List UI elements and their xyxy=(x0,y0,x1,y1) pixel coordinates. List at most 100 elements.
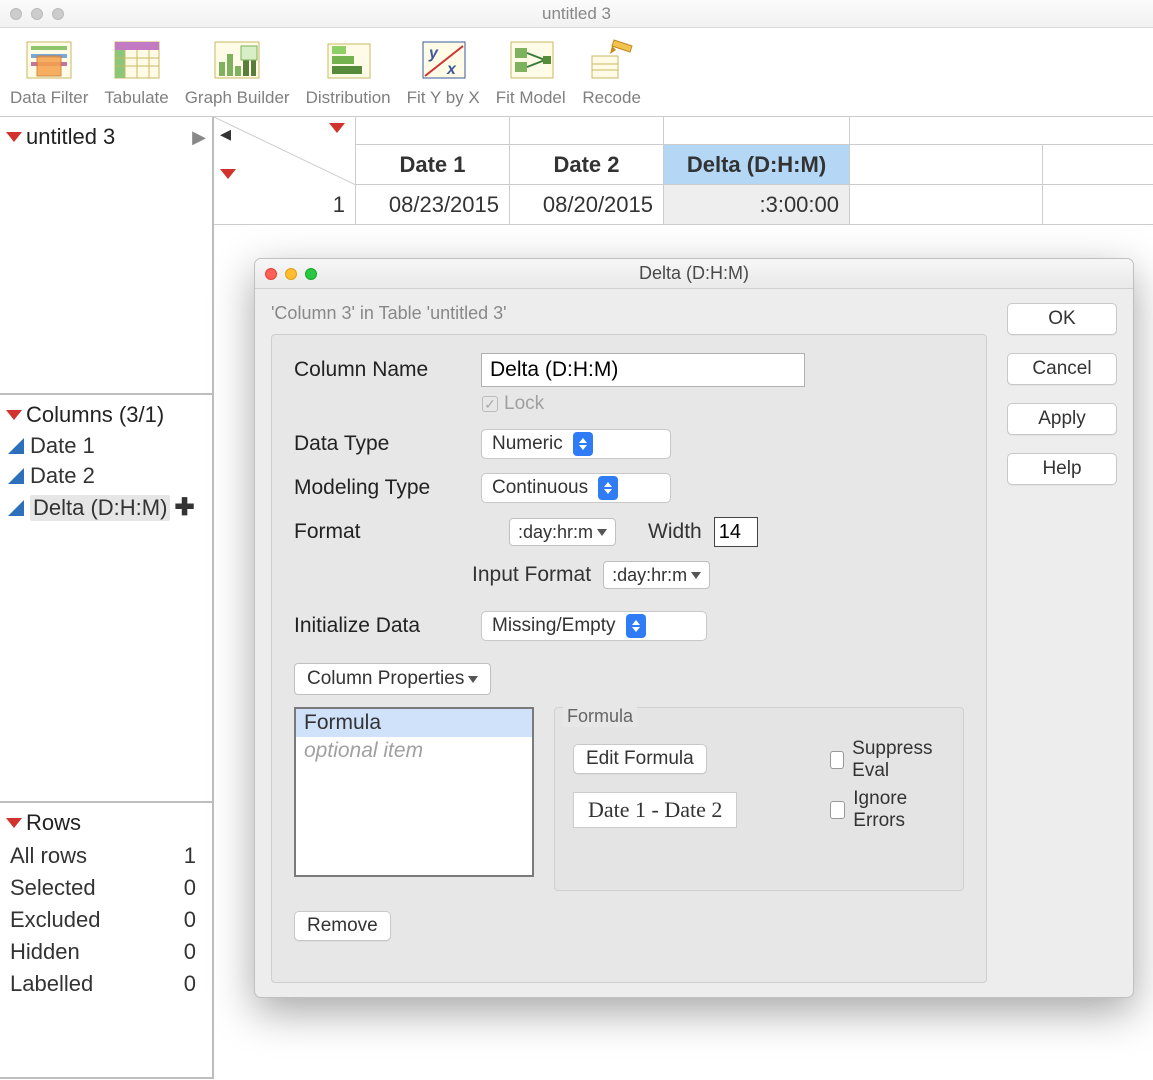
toolbar-fit-model[interactable]: Fit Model xyxy=(496,34,566,108)
fit-y-by-x-icon: yx xyxy=(413,34,473,86)
continuous-icon xyxy=(8,500,24,516)
row-menu-icon[interactable] xyxy=(220,169,236,179)
row-stat: Hidden0 xyxy=(4,937,208,967)
toolbar-graph-builder[interactable]: Graph Builder xyxy=(185,34,290,108)
toolbar: Data Filter Tabulate Graph Builder Distr… xyxy=(0,28,1153,117)
dialog-window-controls xyxy=(255,268,317,280)
initialize-data-select[interactable]: Missing/Empty xyxy=(481,611,707,641)
modeling-type-select[interactable]: Continuous xyxy=(481,473,671,503)
column-header[interactable]: Delta (D:H:M) xyxy=(664,145,850,184)
close-icon[interactable] xyxy=(265,268,277,280)
initialize-data-value: Missing/Empty xyxy=(492,615,616,637)
column-label: Date 2 xyxy=(30,463,95,489)
help-button[interactable]: Help xyxy=(1007,453,1117,485)
columns-header[interactable]: Columns (3/1) xyxy=(2,399,210,431)
lock-label: Lock xyxy=(504,393,544,415)
row-stat-value: 0 xyxy=(162,873,208,903)
row-stat-label: Labelled xyxy=(4,969,160,999)
select-arrows-icon xyxy=(573,432,593,456)
format-label: Format xyxy=(294,520,469,544)
remove-button[interactable]: Remove xyxy=(294,911,391,941)
data-type-select[interactable]: Numeric xyxy=(481,429,671,459)
zoom-icon[interactable] xyxy=(305,268,317,280)
rows-header[interactable]: Rows xyxy=(2,807,210,839)
column-header[interactable]: Date 2 xyxy=(510,145,664,184)
expand-icon[interactable]: ▶ xyxy=(192,127,206,148)
column-properties-popup[interactable]: Column Properties xyxy=(294,663,491,695)
table-corner[interactable]: ◂ xyxy=(214,117,356,185)
row-stat: Labelled0 xyxy=(4,969,208,999)
row-stat-value: 0 xyxy=(162,905,208,935)
table-name-header[interactable]: untitled 3 ▶ xyxy=(2,121,210,153)
input-format-popup[interactable]: :day:hr:m xyxy=(603,561,710,589)
toolbar-fit-y-by-x[interactable]: yx Fit Y by X xyxy=(407,34,480,108)
toolbar-tabulate[interactable]: Tabulate xyxy=(104,34,168,108)
dialog-titlebar: Delta (D:H:M) xyxy=(255,259,1133,289)
toolbar-label: Fit Model xyxy=(496,88,566,108)
row-number[interactable]: 1 xyxy=(214,185,356,224)
column-label: Delta (D:H:M) xyxy=(30,495,170,521)
window-title: untitled 3 xyxy=(0,4,1153,24)
svg-text:x: x xyxy=(446,61,457,78)
data-cell[interactable]: :3:00:00 xyxy=(664,185,850,224)
fit-model-icon xyxy=(501,34,561,86)
table-name-panel: untitled 3 ▶ xyxy=(0,117,212,395)
toolbar-label: Fit Y by X xyxy=(407,88,480,108)
toolbar-label: Distribution xyxy=(306,88,391,108)
column-menu-icon[interactable] xyxy=(329,123,345,133)
column-item[interactable]: Date 1 xyxy=(2,431,210,461)
edit-formula-button[interactable]: Edit Formula xyxy=(573,744,707,774)
continuous-icon xyxy=(8,438,24,454)
column-name-input[interactable] xyxy=(481,353,805,387)
toolbar-label: Recode xyxy=(582,88,641,108)
svg-text:y: y xyxy=(428,45,439,62)
rows-panel: Rows All rows1 Selected0 Excluded0 Hidde… xyxy=(0,803,212,1079)
lock-checkbox[interactable]: ✓ Lock xyxy=(482,393,964,415)
row-stat-label: All rows xyxy=(4,841,160,871)
columns-panel: Columns (3/1) Date 1 Date 2 Delta (D:H:M… xyxy=(0,395,212,803)
select-arrows-icon xyxy=(626,614,646,638)
ignore-errors-checkbox[interactable]: Ignore Errors xyxy=(830,788,945,832)
row-stat-label: Hidden xyxy=(4,937,160,967)
dialog-side-buttons: OK Cancel Apply Help xyxy=(1007,303,1117,983)
column-header[interactable]: Date 1 xyxy=(356,145,510,184)
data-type-label: Data Type xyxy=(294,432,469,456)
width-input[interactable] xyxy=(714,517,758,547)
data-cell[interactable]: 08/23/2015 xyxy=(356,185,510,224)
input-format-label: Input Format xyxy=(472,563,591,587)
toolbar-distribution[interactable]: Distribution xyxy=(306,34,391,108)
data-cell[interactable]: 08/20/2015 xyxy=(510,185,664,224)
column-name-label: Column Name xyxy=(294,358,469,382)
cancel-button[interactable]: Cancel xyxy=(1007,353,1117,385)
toolbar-label: Data Filter xyxy=(10,88,88,108)
row-stat-value: 1 xyxy=(162,841,208,871)
checkbox-icon: ✓ xyxy=(482,396,498,412)
column-header-empty xyxy=(850,145,1043,184)
data-filter-icon xyxy=(19,34,79,86)
chevron-down-icon xyxy=(597,529,607,536)
column-item[interactable]: Date 2 xyxy=(2,461,210,491)
scroll-left-icon[interactable]: ◂ xyxy=(220,121,231,147)
recode-icon xyxy=(582,34,642,86)
property-item-optional[interactable]: optional item xyxy=(296,737,532,765)
property-item-selected[interactable]: Formula xyxy=(296,709,532,737)
formula-expression: Date 1 - Date 2 xyxy=(573,792,737,828)
ignore-errors-label: Ignore Errors xyxy=(853,788,945,832)
column-item[interactable]: Delta (D:H:M) ✚ xyxy=(2,491,210,524)
minimize-icon[interactable] xyxy=(285,268,297,280)
apply-button[interactable]: Apply xyxy=(1007,403,1117,435)
row-stat: All rows1 xyxy=(4,841,208,871)
graph-builder-icon xyxy=(207,34,267,86)
toolbar-data-filter[interactable]: Data Filter xyxy=(10,34,88,108)
continuous-icon xyxy=(8,468,24,484)
left-panel: untitled 3 ▶ Columns (3/1) Date 1 Date 2… xyxy=(0,117,214,1079)
formula-group-label: Formula xyxy=(563,706,637,727)
property-list[interactable]: Formula optional item xyxy=(294,707,534,877)
format-popup[interactable]: :day:hr:m xyxy=(509,518,616,546)
main-window-titlebar: untitled 3 xyxy=(0,0,1153,28)
dialog-title: Delta (D:H:M) xyxy=(255,263,1133,284)
toolbar-recode[interactable]: Recode xyxy=(582,34,642,108)
ok-button[interactable]: OK xyxy=(1007,303,1117,335)
row-stat: Excluded0 xyxy=(4,905,208,935)
suppress-eval-checkbox[interactable]: Suppress Eval xyxy=(830,738,945,782)
